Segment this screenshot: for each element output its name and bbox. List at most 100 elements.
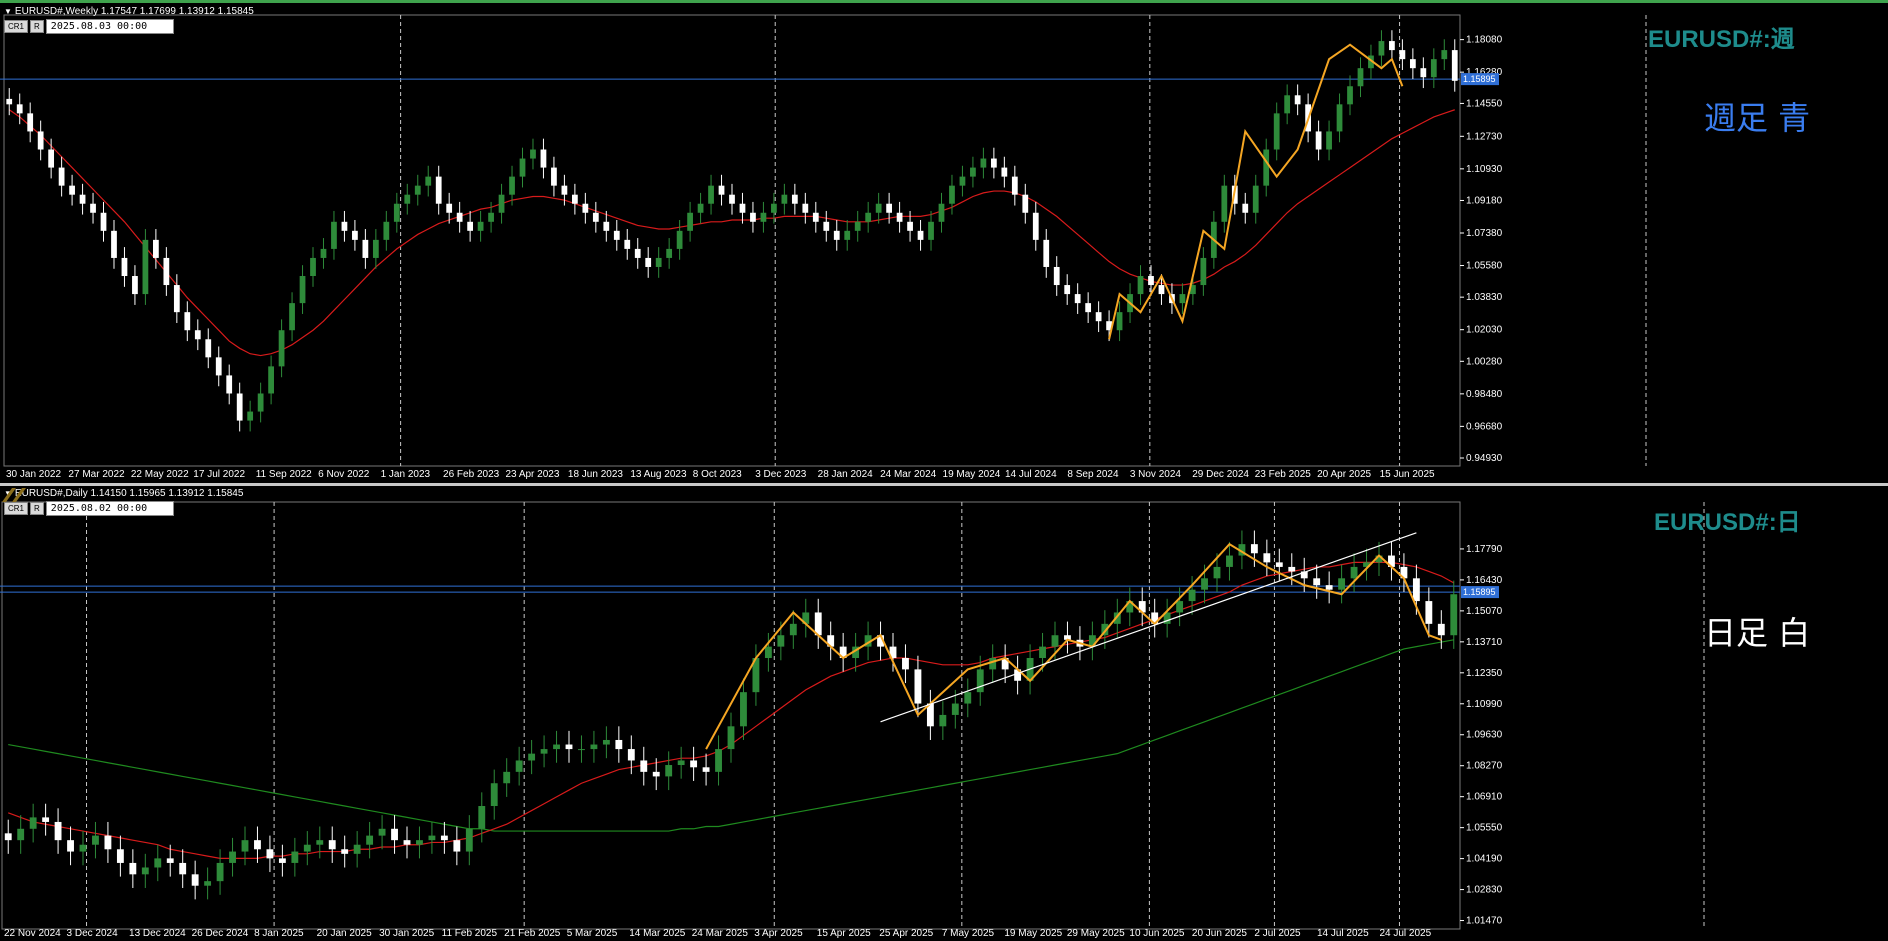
candle-body xyxy=(163,257,170,286)
candle-body xyxy=(1313,578,1321,586)
candle-body xyxy=(362,239,369,258)
time-axis-label: 27 Mar 2022 xyxy=(68,469,125,480)
candle-body xyxy=(949,185,955,204)
daily-symbol-title: EURUSD#:日 xyxy=(1654,509,1801,536)
candle-body xyxy=(366,835,374,845)
candle-body xyxy=(153,239,159,258)
candle-body xyxy=(54,821,62,841)
candle-body xyxy=(353,844,361,854)
weekly-label-text: 週足 青 xyxy=(1704,99,1811,137)
candle-body xyxy=(173,285,180,313)
weekly-date-field[interactable]: 2025.08.03 00:00 xyxy=(45,19,174,34)
candle-body xyxy=(446,203,453,213)
candle-body xyxy=(257,393,264,412)
daily-chart-svg[interactable]: 22 Nov 2024 3 Dec 2024 13 Dec 2024 26 Dec 2… xyxy=(0,486,1888,941)
candle-body xyxy=(603,221,610,231)
candle-body xyxy=(1221,185,1228,222)
daily-date-field[interactable]: 2025.08.02 00:00 xyxy=(45,501,174,516)
candle-body xyxy=(247,411,254,421)
candle-body xyxy=(1338,578,1346,590)
candle-body xyxy=(1250,544,1258,554)
candle-body xyxy=(416,840,423,845)
candle-body xyxy=(1450,594,1458,636)
candle-body xyxy=(791,194,798,204)
candle-body xyxy=(802,203,809,213)
candle-body xyxy=(1032,212,1039,240)
candle-body xyxy=(100,212,107,231)
time-axis-label: 1 Jan 2023 xyxy=(381,469,431,480)
candle-body xyxy=(1350,566,1358,579)
moving-average-fast-line xyxy=(8,109,1455,357)
candle-body xyxy=(1001,167,1008,177)
candle-body xyxy=(1226,555,1233,567)
price-axis-label: 1.10990 xyxy=(1466,699,1503,710)
time-axis-label: 7 May 2025 xyxy=(942,928,995,939)
price-axis-label: 1.05580 xyxy=(1466,261,1503,272)
price-axis-label: 1.18080 xyxy=(1466,35,1503,46)
candle-body xyxy=(655,257,662,267)
candle-body xyxy=(194,330,201,340)
candle-body xyxy=(1022,194,1029,213)
collapse-triangle-icon[interactable]: ▼ xyxy=(4,7,12,16)
candle-body xyxy=(938,203,945,222)
candle-body xyxy=(1336,104,1343,132)
time-axis-label: 19 May 2024 xyxy=(943,469,1001,480)
time-axis-label: 24 Mar 2025 xyxy=(692,928,749,939)
candle-body xyxy=(551,167,557,186)
candle-body xyxy=(578,749,585,751)
candle-body xyxy=(665,765,673,777)
candle-body xyxy=(781,194,788,204)
candle-body xyxy=(875,203,882,213)
candle-body xyxy=(833,230,840,240)
time-axis-label: 23 Feb 2025 xyxy=(1255,469,1312,480)
candle-body xyxy=(1200,257,1207,286)
candle-body xyxy=(615,739,623,750)
candle-body xyxy=(27,113,34,132)
price-axis-label: 0.98480 xyxy=(1466,389,1503,400)
daily-chart-pane[interactable]: 22 Nov 2024 3 Dec 2024 13 Dec 2024 26 Dec 2… xyxy=(0,486,1888,941)
candle-body xyxy=(69,185,75,195)
time-axis-label: 26 Dec 2024 xyxy=(192,928,249,939)
daily-toolbar: CR1 R 2025.08.02 00:00 xyxy=(4,501,174,516)
weekly-symbol-title: EURUSD#:週 xyxy=(1648,26,1795,53)
price-axis-label: 0.94930 xyxy=(1466,453,1503,464)
time-axis-label: 13 Aug 2023 xyxy=(630,469,687,480)
weekly-cr1-button[interactable]: CR1 xyxy=(4,20,29,33)
candle-body xyxy=(289,303,295,331)
time-axis-label: 26 Feb 2023 xyxy=(443,469,500,480)
candle-body xyxy=(278,858,286,863)
time-axis-label: 5 Mar 2025 xyxy=(567,928,618,939)
price-axis-label: 1.00280 xyxy=(1466,356,1503,367)
candle-body xyxy=(425,176,432,186)
price-axis-label: 1.17790 xyxy=(1466,544,1503,555)
price-axis-label: 1.16430 xyxy=(1466,575,1503,586)
candle-body xyxy=(854,221,861,231)
candle-body xyxy=(179,862,187,875)
time-axis-label: 3 Dec 2023 xyxy=(755,469,807,480)
candle-body xyxy=(1252,185,1259,213)
candle-body xyxy=(1116,312,1123,331)
price-axis-label: 1.03830 xyxy=(1466,292,1503,303)
candle-body xyxy=(970,167,976,177)
candle-body xyxy=(352,230,358,240)
candle-body xyxy=(1043,239,1050,267)
candle-body xyxy=(571,194,578,204)
candle-body xyxy=(498,194,505,213)
candle-body xyxy=(687,212,693,231)
candle-body xyxy=(215,357,222,376)
daily-header-text: EURUSD#,Daily 1.14150 1.15965 1.13912 1.… xyxy=(14,488,244,499)
candle-body xyxy=(590,744,598,750)
daily-r-button[interactable]: R xyxy=(30,502,44,515)
price-axis-label: 0.96680 xyxy=(1466,421,1503,432)
candle-body xyxy=(216,862,224,882)
time-axis-label: 10 Jun 2025 xyxy=(1129,928,1184,939)
candle-body xyxy=(697,203,704,213)
weekly-r-button[interactable]: R xyxy=(30,20,44,33)
candle-body xyxy=(1053,266,1060,286)
weekly-chart-svg[interactable]: 30 Jan 2022 27 Mar 2022 22 May 2022 17 Jul … xyxy=(0,3,1888,483)
candle-body xyxy=(602,739,610,745)
weekly-chart-pane[interactable]: 30 Jan 2022 27 Mar 2022 22 May 2022 17 Jul … xyxy=(0,0,1888,483)
price-axis-label: 1.04190 xyxy=(1466,854,1503,865)
daily-label-text: 日足 白 xyxy=(1704,614,1811,652)
price-axis-label: 1.06910 xyxy=(1466,792,1503,803)
